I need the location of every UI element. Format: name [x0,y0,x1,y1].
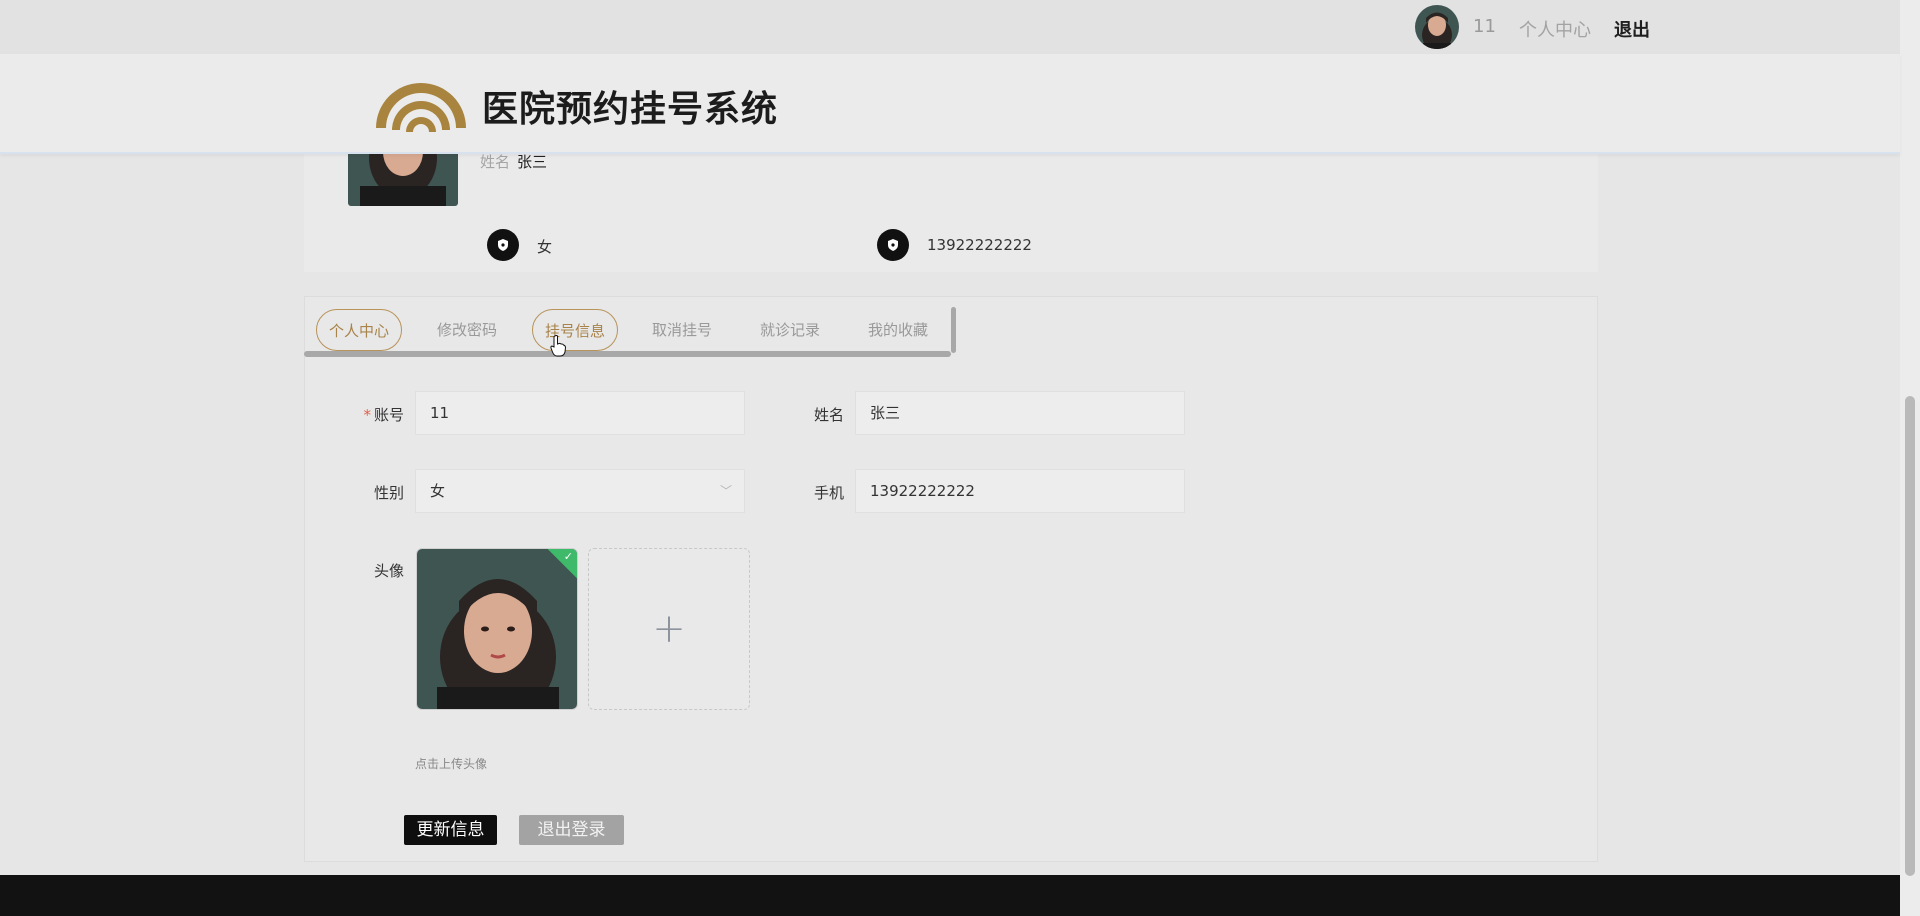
top-user-bar: 11 个人中心 退出 [0,0,1900,54]
site-header: 医院预约挂号系统 [0,54,1900,154]
update-info-button[interactable]: 更新信息 [404,815,497,845]
avatar-preview-image [417,549,577,709]
avatar-upload-box[interactable]: + [588,548,750,710]
name-field[interactable]: 张三 [855,391,1185,435]
shield-icon [487,229,519,261]
logout-link[interactable]: 退出 [1614,16,1650,42]
tab-cancel-registration[interactable]: 取消挂号 [640,309,724,351]
upload-hint: 点击上传头像 [415,757,488,771]
logout-button[interactable]: 退出登录 [519,815,624,845]
chevron-down-icon: ﹀ [719,484,732,498]
gender-select[interactable]: 女 ﹀ [415,469,745,513]
profile-name-value: 张三 [517,153,548,171]
tabs-horizontal-scrollbar[interactable] [304,351,951,357]
avatar-label: 头像 [373,562,404,580]
name-label: 姓名 [813,406,844,424]
top-avatar[interactable] [1415,5,1459,49]
avatar-image [1415,5,1459,49]
profile-phone: 13922222222 [927,236,1032,254]
gender-label: 性别 [373,484,404,502]
tab-change-password[interactable]: 修改密码 [425,309,509,351]
top-username: 11 [1473,16,1496,37]
phone-label: 手机 [813,484,844,502]
avatar-preview[interactable]: ✓ [416,548,578,710]
page-scrollbar-thumb[interactable] [1905,396,1915,876]
footer [0,875,1900,916]
phone-field[interactable]: 13922222222 [855,469,1185,513]
tab-personal-center[interactable]: 个人中心 [316,309,402,351]
gender-select-value: 女 [430,482,446,500]
tabs-vertical-scrollbar[interactable] [951,307,956,353]
required-mark: * [363,406,371,424]
account-label: * 账号 [363,406,404,424]
hand-cursor-icon [550,335,566,357]
account-field[interactable]: 11 [415,391,745,435]
check-icon: ✓ [563,550,573,563]
tab-registration-info[interactable]: 挂号信息 [532,309,618,351]
personal-center-link[interactable]: 个人中心 [1519,16,1591,42]
tab-visit-records[interactable]: 就诊记录 [748,309,832,351]
shield-icon [877,229,909,261]
profile-name-label: 姓名 [480,153,511,171]
profile-gender: 女 [537,238,553,256]
logo-icon[interactable] [372,74,470,134]
site-title: 医院预约挂号系统 [482,89,779,130]
plus-icon: + [652,606,686,652]
tab-my-favorites[interactable]: 我的收藏 [856,309,940,351]
